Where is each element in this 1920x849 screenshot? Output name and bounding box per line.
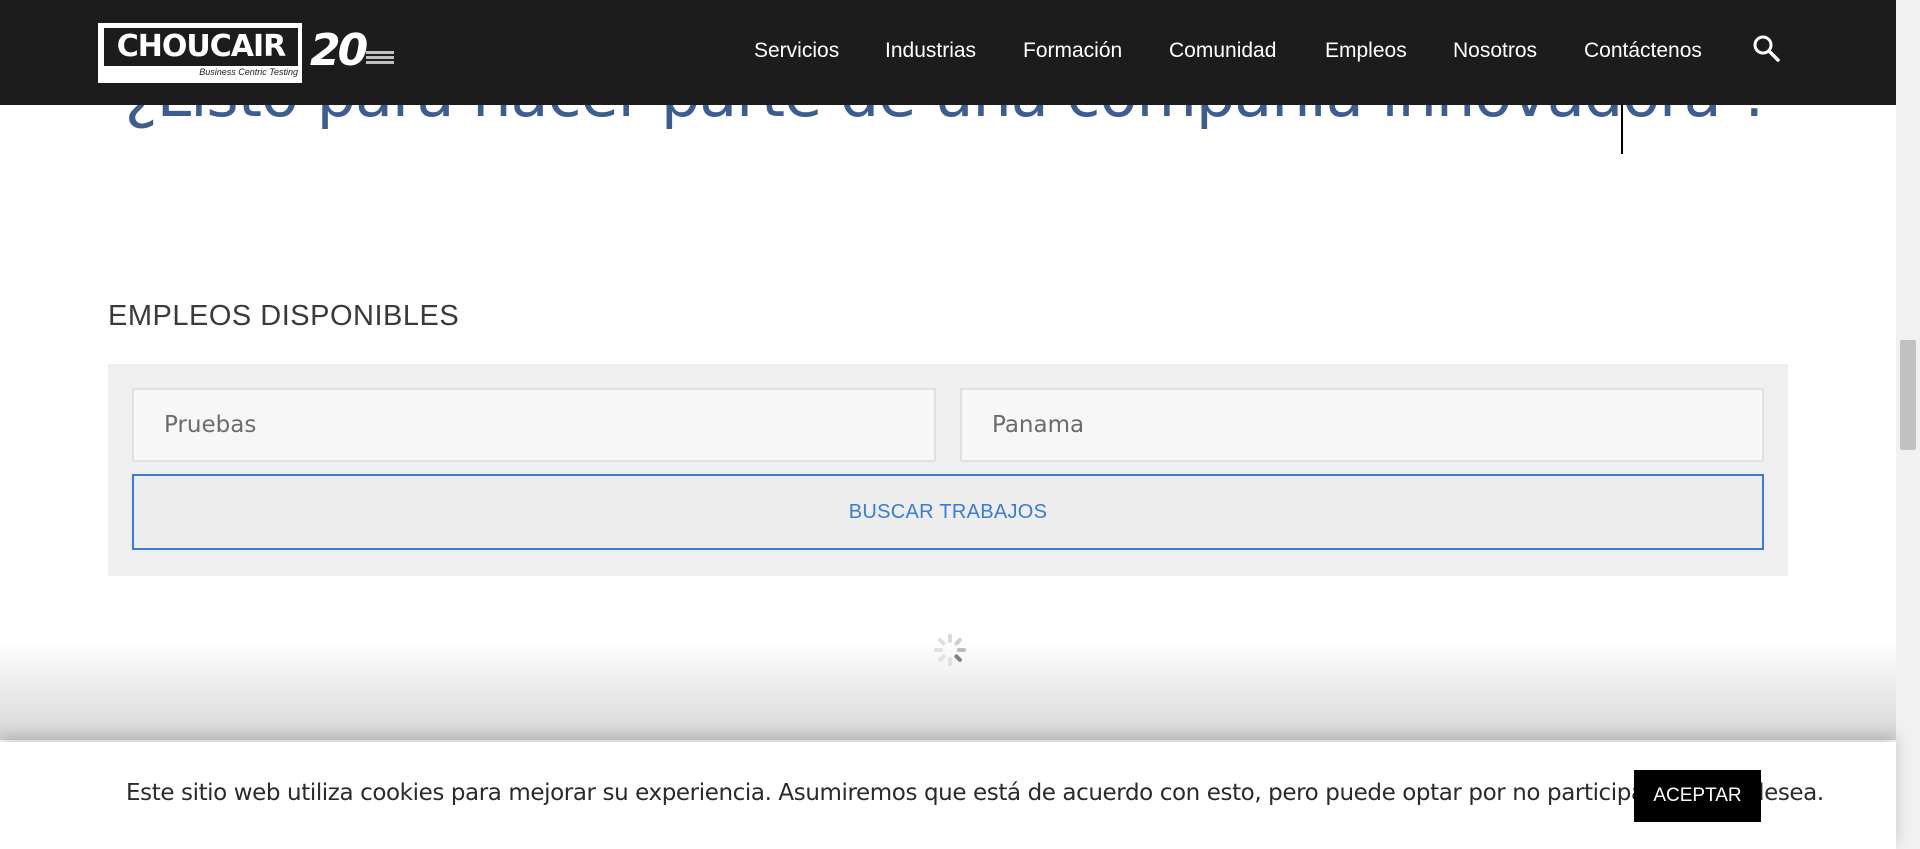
search-jobs-button[interactable]: BUSCAR TRABAJOS [132, 474, 1764, 550]
nav-industrias[interactable]: Industrias [885, 36, 976, 66]
site-header: CHOUCAIR Business Centric Testing 20 Ser… [0, 0, 1896, 105]
nav-servicios[interactable]: Servicios [754, 36, 839, 66]
page-scrollbar[interactable] [1896, 0, 1920, 849]
jobs-section-title: EMPLEOS DISPONIBLES [108, 300, 460, 332]
overlay-fade [0, 640, 1896, 740]
accept-cookies-button[interactable]: ACEPTAR [1634, 770, 1761, 822]
nav-comunidad[interactable]: Comunidad [1169, 36, 1276, 66]
location-input[interactable] [960, 388, 1764, 462]
cookie-message: Este sitio web utiliza cookies para mejo… [126, 780, 1824, 806]
keyword-input[interactable] [132, 388, 936, 462]
search-icon[interactable] [1752, 34, 1780, 62]
nav-nosotros[interactable]: Nosotros [1453, 36, 1537, 66]
main-nav: Servicios Industrias Formación Comunidad… [0, 36, 1896, 66]
nav-contactenos[interactable]: Contáctenos [1584, 36, 1702, 66]
job-search-panel: BUSCAR TRABAJOS [108, 364, 1788, 576]
nav-formacion[interactable]: Formación [1023, 36, 1122, 66]
logo-tagline: Business Centric Testing [199, 67, 298, 77]
nav-empleos[interactable]: Empleos [1325, 36, 1407, 66]
scrollbar-thumb[interactable] [1900, 340, 1916, 450]
cookie-banner: Este sitio web utiliza cookies para mejo… [0, 742, 1896, 849]
